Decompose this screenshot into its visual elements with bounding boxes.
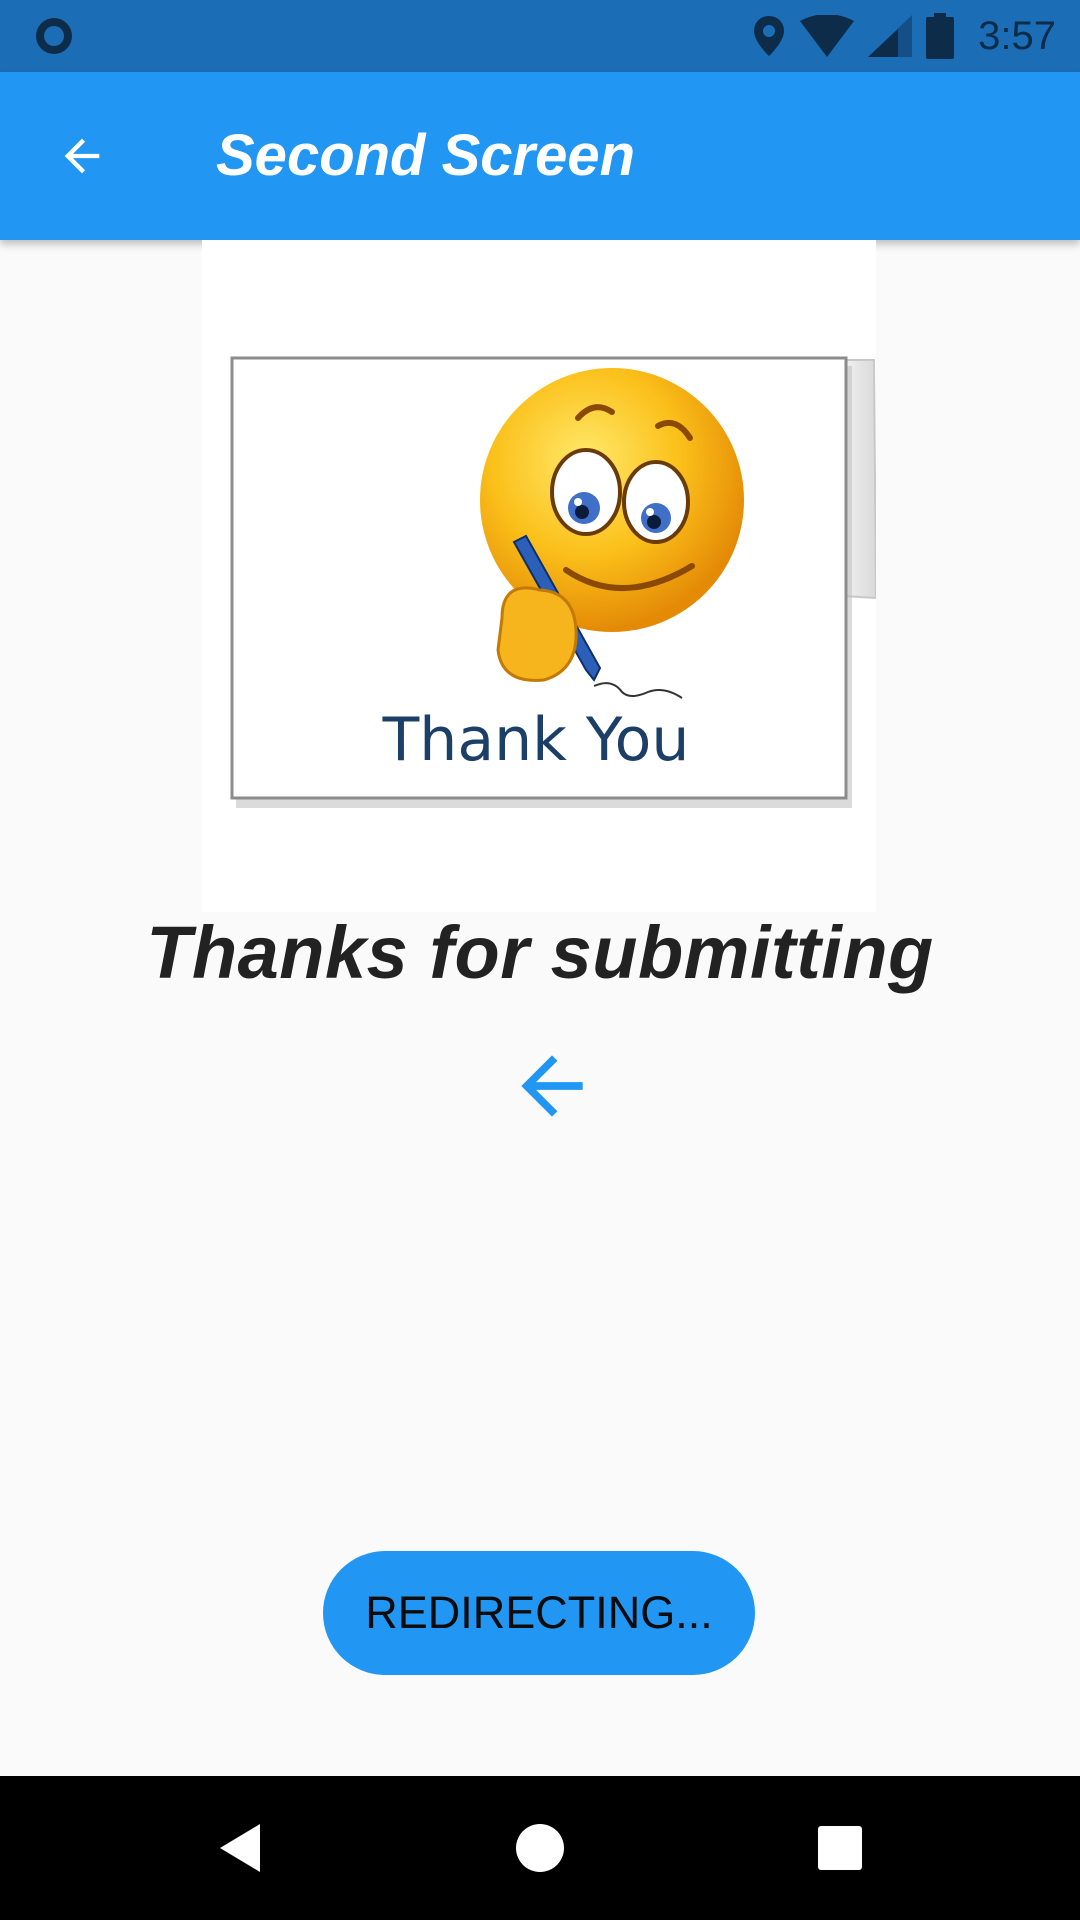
card-caption: Thank You (382, 705, 690, 775)
go-back-button[interactable] (506, 1040, 598, 1132)
wifi-icon (800, 15, 855, 57)
nav-home-button[interactable] (480, 1776, 600, 1920)
home-circle-icon (516, 1824, 564, 1872)
thank-you-card-image: Thank You (202, 240, 878, 912)
status-bar: 3:57 (0, 0, 1080, 72)
app-bar: Second Screen (0, 72, 1080, 240)
page-title: Second Screen (216, 123, 636, 188)
recents-square-icon (818, 1826, 862, 1870)
status-time: 3:57 (978, 13, 1056, 58)
arrow-back-icon (521, 1055, 583, 1117)
nav-back-button[interactable] (180, 1776, 300, 1920)
cell-signal-icon (868, 15, 913, 57)
location-icon (754, 16, 785, 56)
back-triangle-icon (220, 1824, 260, 1872)
thanks-message: Thanks for submitting (146, 911, 934, 994)
redirecting-button[interactable]: REDIRECTING... (323, 1551, 755, 1675)
notification-circle-icon (36, 18, 72, 54)
battery-icon (926, 13, 955, 59)
navigation-bar (0, 1776, 1080, 1920)
nav-recents-button[interactable] (780, 1776, 900, 1920)
back-button[interactable] (44, 118, 120, 194)
arrow-back-icon (64, 138, 100, 174)
